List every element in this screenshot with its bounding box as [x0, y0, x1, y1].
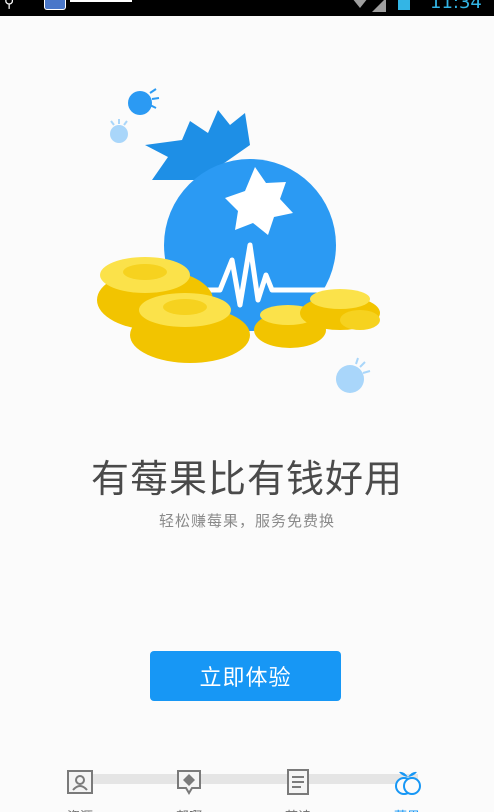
wifi-icon: [352, 0, 368, 8]
tab-resources[interactable]: 资源: [50, 766, 110, 812]
diamond-chat-icon: [177, 770, 201, 795]
signal-icon: [372, 0, 386, 12]
bottom-tab-bar: 资源 帮啊 荟读 莓果: [0, 760, 494, 812]
try-now-button[interactable]: 立即体验: [150, 651, 341, 701]
tab-help[interactable]: 帮啊: [159, 766, 219, 812]
tab-reading[interactable]: 荟读: [268, 766, 328, 812]
page-subtitle: 轻松赚莓果，服务免费换: [158, 512, 335, 530]
notification-icon: [44, 0, 66, 10]
tab-label: 帮啊: [159, 806, 219, 812]
tab-label: 莓果: [377, 806, 437, 812]
blueberry-gold-illustration: [97, 88, 380, 393]
status-divider: [70, 0, 132, 2]
tab-label: 荟读: [268, 806, 328, 812]
status-time: 11:34: [430, 0, 482, 13]
document-icon: [287, 769, 309, 795]
small-berry-icon: [110, 125, 128, 143]
small-berry-icon: [336, 365, 364, 393]
tab-berries[interactable]: 莓果: [377, 766, 437, 812]
search-icon: ⚲: [4, 0, 15, 11]
small-berry-icon: [128, 91, 152, 115]
page-headline: 有莓果比有钱好用: [90, 457, 403, 501]
contact-card-icon: [67, 770, 93, 794]
battery-icon: [398, 0, 410, 10]
berries-icon: [395, 771, 421, 795]
tab-label: 资源: [50, 806, 110, 812]
status-bar: ⚲ 11:34: [0, 0, 494, 16]
tab-bar-track: [80, 774, 418, 784]
